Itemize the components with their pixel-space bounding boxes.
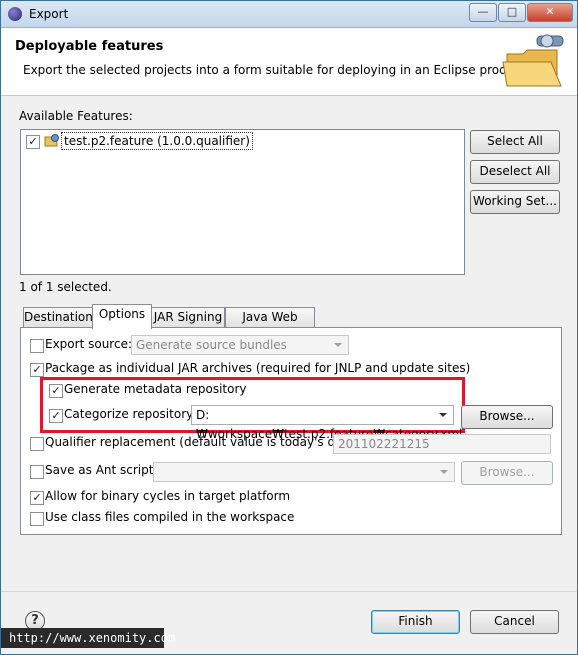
dropdown-arrow-icon[interactable] <box>439 413 447 417</box>
available-features-label: Available Features: <box>19 109 133 123</box>
qualifier-checkbox[interactable] <box>30 437 44 451</box>
page-description: Export the selected projects into a form… <box>23 63 526 77</box>
export-source-label: Export source: <box>45 337 132 351</box>
tab-java-web-start[interactable]: Java Web Start <box>225 307 315 343</box>
window-title: Export <box>29 7 69 21</box>
ant-script-checkbox[interactable] <box>30 465 44 479</box>
tab-jar-signing[interactable]: JAR Signing <box>151 307 225 328</box>
select-all-button[interactable]: Select All <box>470 130 560 154</box>
package-jar-label: Package as individual JAR archives (requ… <box>45 361 471 375</box>
cancel-button[interactable]: Cancel <box>470 610 559 634</box>
use-class-files-checkbox[interactable] <box>30 512 44 526</box>
categorize-browse-button[interactable]: Browse... <box>461 405 553 429</box>
watermark: http://www.xenomity.com <box>1 628 175 648</box>
categorize-checkbox[interactable]: ✓ <box>49 409 63 423</box>
generate-metadata-checkbox[interactable]: ✓ <box>49 384 63 398</box>
export-source-combo: Generate source bundles <box>131 335 349 355</box>
page-title: Deployable features <box>15 39 164 54</box>
ant-script-browse-button: Browse... <box>461 461 553 485</box>
feature-item-label[interactable]: test.p2.feature (1.0.0.qualifier) <box>61 132 253 150</box>
wizard-header: Deployable features Export the selected … <box>1 28 577 96</box>
working-set-button[interactable]: Working Set... <box>470 190 560 214</box>
maximize-button[interactable]: □ <box>498 3 526 22</box>
categorize-label: Categorize repository: <box>64 407 197 421</box>
feature-checkbox[interactable]: ✓ <box>26 135 40 149</box>
eclipse-icon <box>8 7 22 21</box>
deselect-all-button[interactable]: Deselect All <box>470 160 560 184</box>
dropdown-arrow-icon <box>334 343 342 347</box>
title-bar: Export — □ ✕ <box>1 1 577 28</box>
dropdown-arrow-icon <box>440 470 448 474</box>
close-button[interactable]: ✕ <box>527 3 573 22</box>
finish-button[interactable]: Finish <box>371 610 460 634</box>
tab-options[interactable]: Options <box>92 304 152 329</box>
export-dialog: Export — □ ✕ Deployable features Export … <box>0 0 578 655</box>
ant-script-label: Save as Ant script: <box>45 463 158 477</box>
feature-icon <box>44 134 59 147</box>
export-folder-icon <box>502 34 564 87</box>
binary-cycles-label: Allow for binary cycles in target platfo… <box>45 489 291 503</box>
footer-separator <box>1 591 577 592</box>
export-source-value: Generate source bundles <box>136 338 287 352</box>
package-jar-checkbox[interactable]: ✓ <box>30 363 44 377</box>
use-class-files-label: Use class files compiled in the workspac… <box>45 510 295 524</box>
binary-cycles-checkbox[interactable]: ✓ <box>30 491 44 505</box>
tab-destination[interactable]: Destination <box>23 307 93 328</box>
qualifier-input: 201102221215 <box>333 434 551 454</box>
export-source-checkbox[interactable] <box>30 339 44 353</box>
ant-script-combo <box>153 462 455 482</box>
features-list[interactable] <box>20 129 465 275</box>
generate-metadata-label: Generate metadata repository <box>64 382 247 396</box>
qualifier-label: Qualifier replacement (default value is … <box>45 435 364 449</box>
minimize-button[interactable]: — <box>469 3 497 22</box>
selection-status: 1 of 1 selected. <box>19 280 112 294</box>
category-file-combo[interactable]: D:₩workspace₩test.p2.feature₩category.xm… <box>191 405 462 441</box>
